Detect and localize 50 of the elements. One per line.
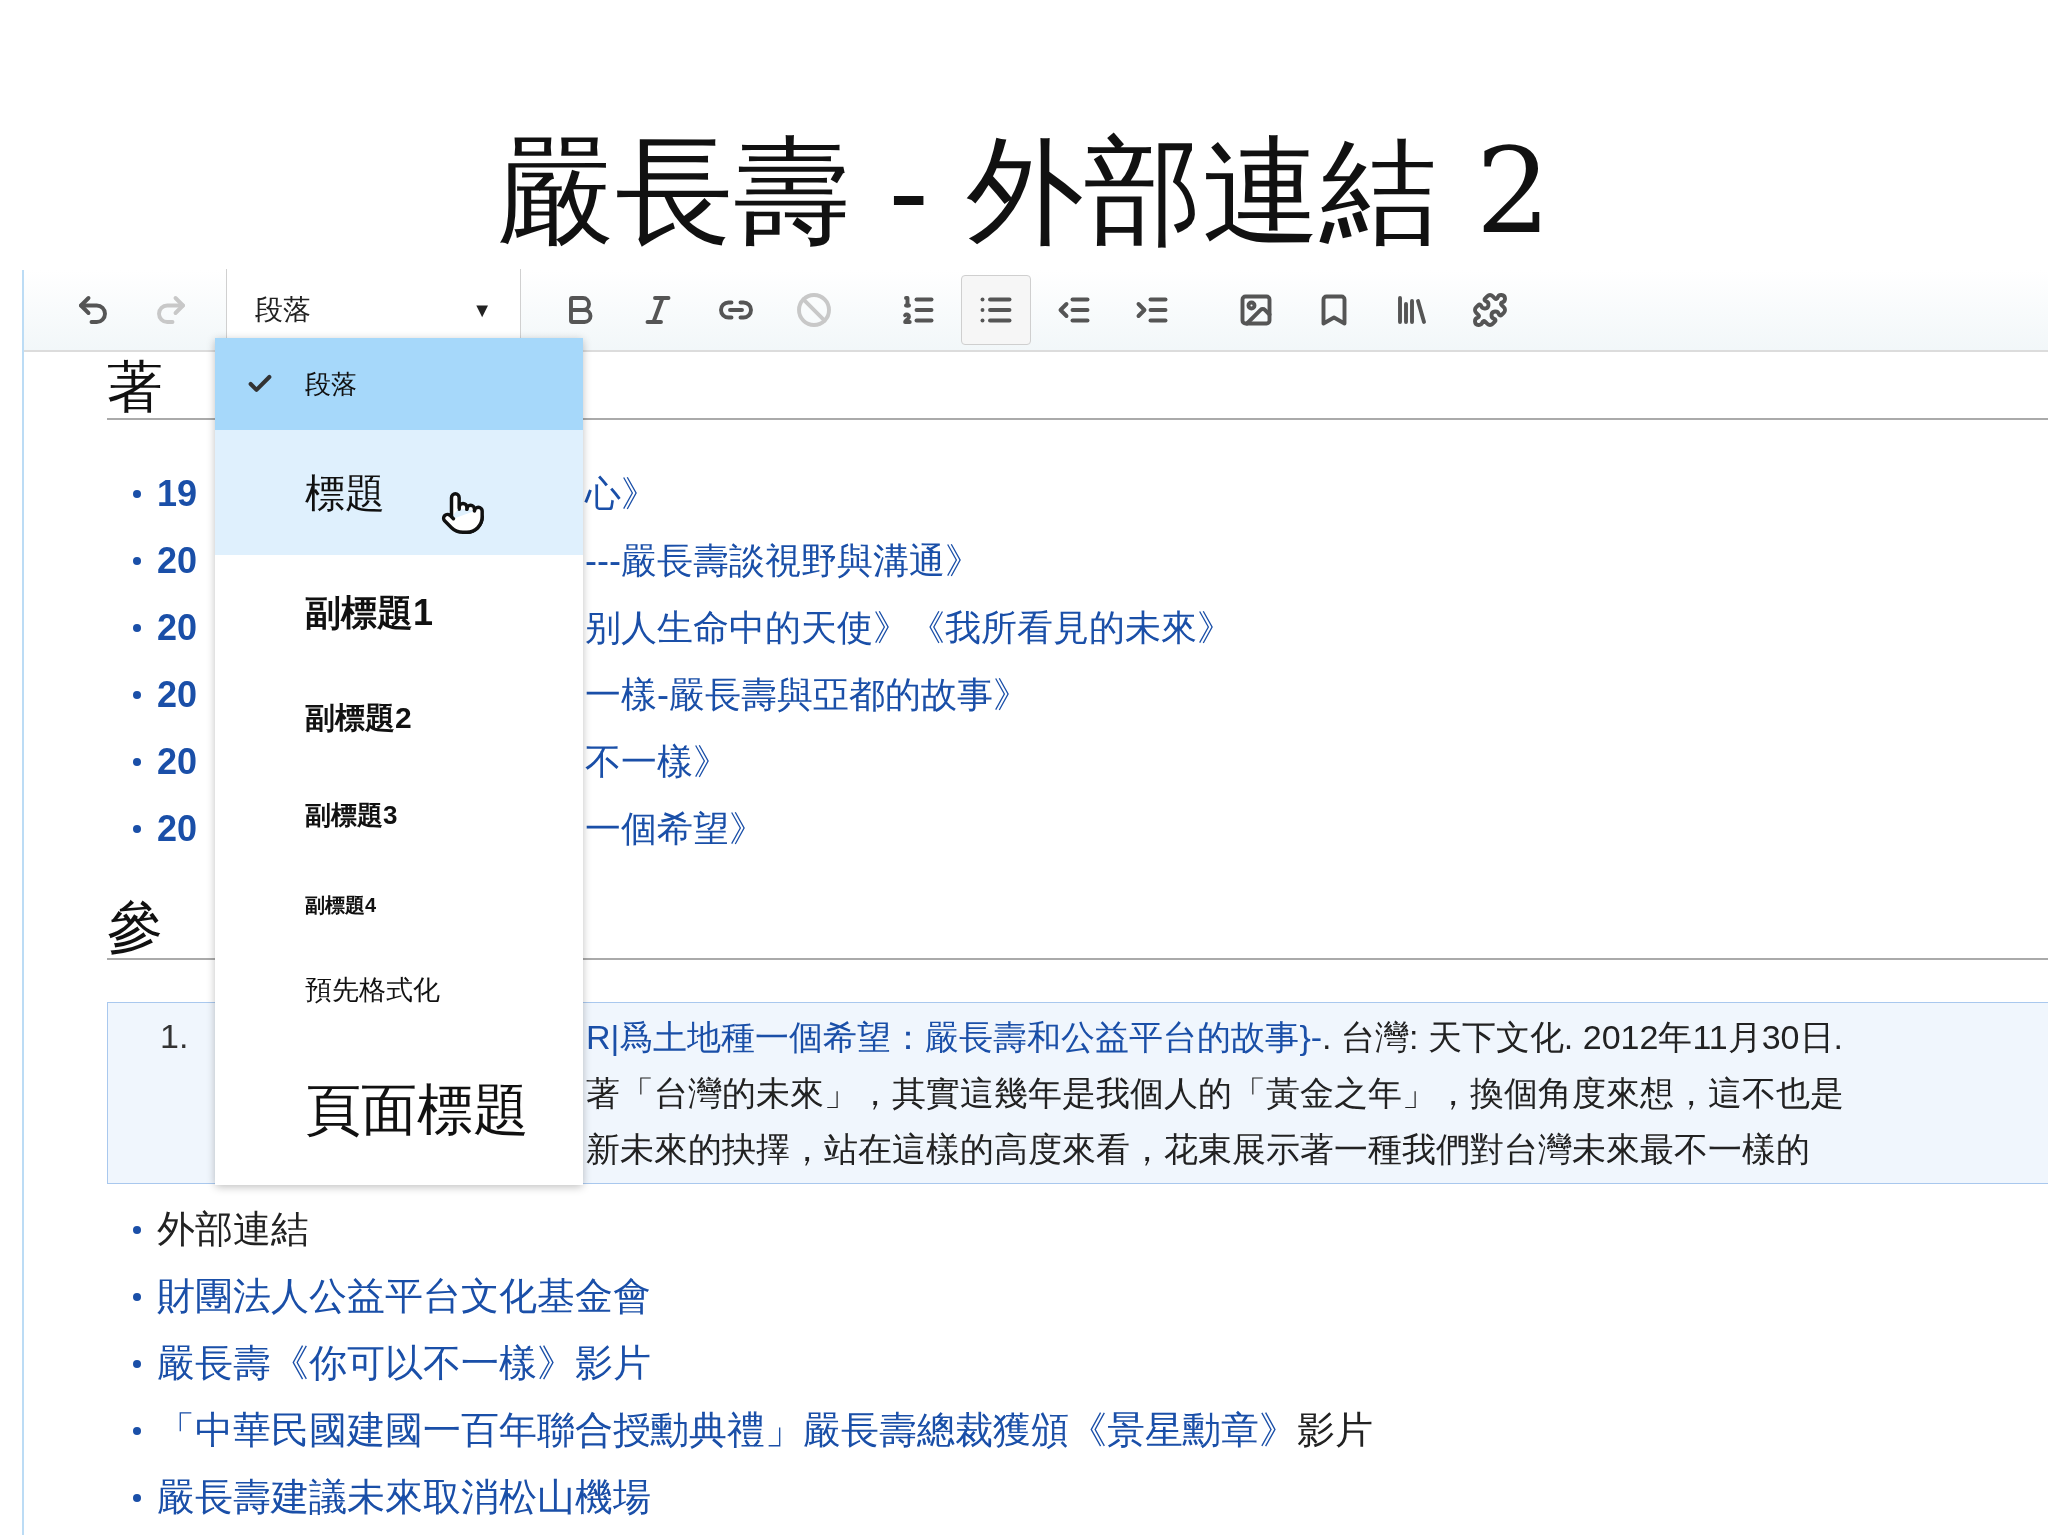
link[interactable]: 嚴長壽《你可以不一樣》影片	[157, 1342, 651, 1384]
link[interactable]: 20	[157, 734, 198, 789]
text-span: . 台灣: 天下文化. 2012年11月30日.	[1322, 1017, 1843, 1056]
format-menu-item[interactable]: 預先格式化	[215, 945, 583, 1035]
link[interactable]: 20	[157, 667, 198, 722]
slide-title: 嚴長壽 - 外部連結 2	[497, 132, 1551, 250]
link[interactable]: 「中華民國建國一百年聯合授勳典禮」嚴長壽總裁獲頒《景星勳章》	[157, 1409, 1297, 1451]
format-menu-item[interactable]: 副標題4	[215, 865, 583, 945]
link[interactable]: 財團法人公益平台文化基金會	[157, 1275, 651, 1317]
section-heading: 參	[107, 896, 163, 958]
image-icon	[1238, 292, 1274, 328]
bullet-list-button[interactable]	[961, 275, 1031, 345]
bullet-icon	[133, 489, 141, 498]
format-menu-item[interactable]: 副標題3	[215, 765, 583, 865]
bullet-icon	[133, 1493, 141, 1502]
link[interactable]: 20	[157, 600, 198, 655]
clear-format-icon	[796, 292, 832, 328]
link[interactable]: 不一樣》	[585, 734, 2048, 789]
text-span: 外部連結	[157, 1208, 309, 1250]
link[interactable]: 别人生命中的天使》《我所看見的未來》	[585, 600, 2048, 655]
bullet-icon	[133, 824, 141, 833]
format-menu-item[interactable]: 副標題1	[215, 555, 583, 670]
link[interactable]: 一個希望》	[585, 801, 2048, 856]
bullet-icon	[133, 1359, 141, 1368]
link[interactable]: R|爲土地種一個希望：嚴長壽和公益平台的故事}-	[586, 1017, 1323, 1056]
bullet-icon	[133, 1426, 141, 1435]
section-heading: 著	[107, 356, 163, 418]
bullet-icon	[133, 556, 141, 565]
link[interactable]: 一樣-嚴長壽與亞都的故事》	[585, 667, 2048, 722]
link[interactable]: 嚴長壽建議未來取消松山機場	[157, 1476, 651, 1518]
text-span: 影片	[1297, 1409, 1373, 1451]
link[interactable]: 20	[157, 533, 198, 588]
hand-cursor-icon	[440, 490, 486, 536]
puzzle-icon	[1472, 292, 1508, 328]
format-menu-item[interactable]: 標題	[215, 430, 583, 555]
reference-number: 1.	[159, 1016, 190, 1057]
text-span: 著「台灣的未來」，其實這幾年是我個人的「黃金之年」，換個角度來想，這不也是	[586, 1073, 1844, 1112]
bullet-icon	[133, 1292, 141, 1301]
format-menu-item[interactable]: 段落	[215, 338, 583, 430]
bullet-icon	[133, 623, 141, 632]
link[interactable]: 19	[157, 466, 198, 521]
format-menu-item[interactable]: 副標題2	[215, 670, 583, 765]
text-span: 新未來的抉擇，站在這樣的高度來看，花東展示著一種我們對台灣未來最不一樣的	[586, 1129, 1810, 1168]
bullet-icon	[133, 1225, 141, 1234]
link[interactable]: ---嚴長壽談視野與溝通》	[585, 533, 2048, 588]
bullet-icon	[133, 690, 141, 699]
link[interactable]: 心》	[585, 466, 2048, 521]
format-menu-item[interactable]: 頁面標題	[215, 1035, 583, 1185]
link[interactable]: 20	[157, 801, 198, 856]
bullet-icon	[133, 757, 141, 766]
